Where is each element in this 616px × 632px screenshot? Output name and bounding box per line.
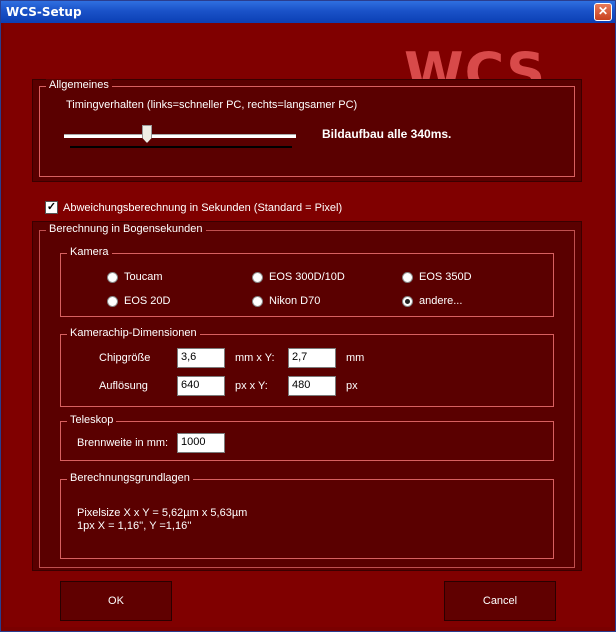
radio-eos-300d-label: EOS 300D/10D [269,271,345,283]
deviation-checkbox[interactable]: ✓ [45,201,58,214]
basis-group-label: Berechnungsgrundlagen [67,472,193,484]
slider-track [64,134,296,138]
window-title: WCS-Setup [6,5,82,19]
general-group-label: Allgemeines [46,79,112,91]
resolution-label: Auflösung [99,380,148,392]
radio-other[interactable] [402,296,413,307]
resolution-x-unit: px x Y: [235,380,268,392]
pixelsize-text: Pixelsize X x Y = 5,62µm x 5,63µm [77,507,248,519]
title-bar[interactable]: WCS-Setup ✕ [1,1,615,23]
chip-group: Kamerachip-Dimensionen Chipgröße 3,6 mm … [60,327,554,407]
camera-group-label: Kamera [67,246,112,258]
radio-eos-350d[interactable] [402,272,413,283]
radio-toucam-label: Toucam [124,271,163,283]
setup-window: WCS-Setup ✕ WCS Allgemeines Timingverhal… [0,0,616,632]
timing-label: Timingverhalten (links=schneller PC, rec… [66,99,358,111]
general-group: Allgemeines Timingverhalten (links=schne… [39,79,575,177]
chip-size-y-input[interactable]: 2,7 [288,348,336,368]
build-interval-text: Bildaufbau alle 340ms. [322,127,452,141]
radio-eos-20d-label: EOS 20D [124,295,171,307]
radio-eos-20d[interactable] [107,296,118,307]
cancel-button[interactable]: Cancel [444,581,556,621]
chip-size-x-unit: mm x Y: [235,352,275,364]
dialog-body: WCS Allgemeines Timingverhalten (links=s… [4,23,611,627]
telescope-group: Teleskop Brennweite in mm: 1000 [60,414,554,461]
radio-toucam[interactable] [107,272,118,283]
arcsec-group-label: Berechnung in Bogensekunden [46,223,206,235]
arcsec-panel: Berechnung in Bogensekunden Kamera Touca… [32,221,582,571]
chip-size-x-input[interactable]: 3,6 [177,348,225,368]
resolution-y-unit: px [346,380,358,392]
radio-eos-300d[interactable] [252,272,263,283]
chip-group-label: Kamerachip-Dimensionen [67,327,200,339]
focal-length-label: Brennweite in mm: [77,437,169,449]
radio-nikon-d70-label: Nikon D70 [269,295,321,307]
general-panel: Allgemeines Timingverhalten (links=schne… [32,79,582,182]
chip-size-y-unit: mm [346,352,365,364]
telescope-group-label: Teleskop [67,414,117,426]
focal-length-input[interactable]: 1000 [177,433,225,453]
camera-group: Kamera Toucam EOS 300D/10D EOS 350D EOS … [60,246,554,317]
arcsec-per-pixel-text: 1px X = 1,16'', Y =1,16'' [77,520,192,532]
slider-baseline [70,146,292,148]
ok-button[interactable]: OK [60,581,172,621]
radio-nikon-d70[interactable] [252,296,263,307]
deviation-label: Abweichungsberechnung in Sekunden (Stand… [63,202,343,214]
radio-eos-350d-label: EOS 350D [419,271,472,283]
resolution-y-input[interactable]: 480 [288,376,336,396]
resolution-x-input[interactable]: 640 [177,376,225,396]
slider-thumb[interactable] [142,125,152,143]
arcsec-group: Berechnung in Bogensekunden Kamera Touca… [39,223,575,568]
radio-other-label: andere... [419,295,463,307]
close-icon[interactable]: ✕ [594,3,612,21]
wcs-logo: WCS [404,41,547,83]
basis-group: Berechnungsgrundlagen Pixelsize X x Y = … [60,472,554,559]
timing-slider[interactable] [64,119,298,149]
chip-size-label: Chipgröße [99,352,151,364]
